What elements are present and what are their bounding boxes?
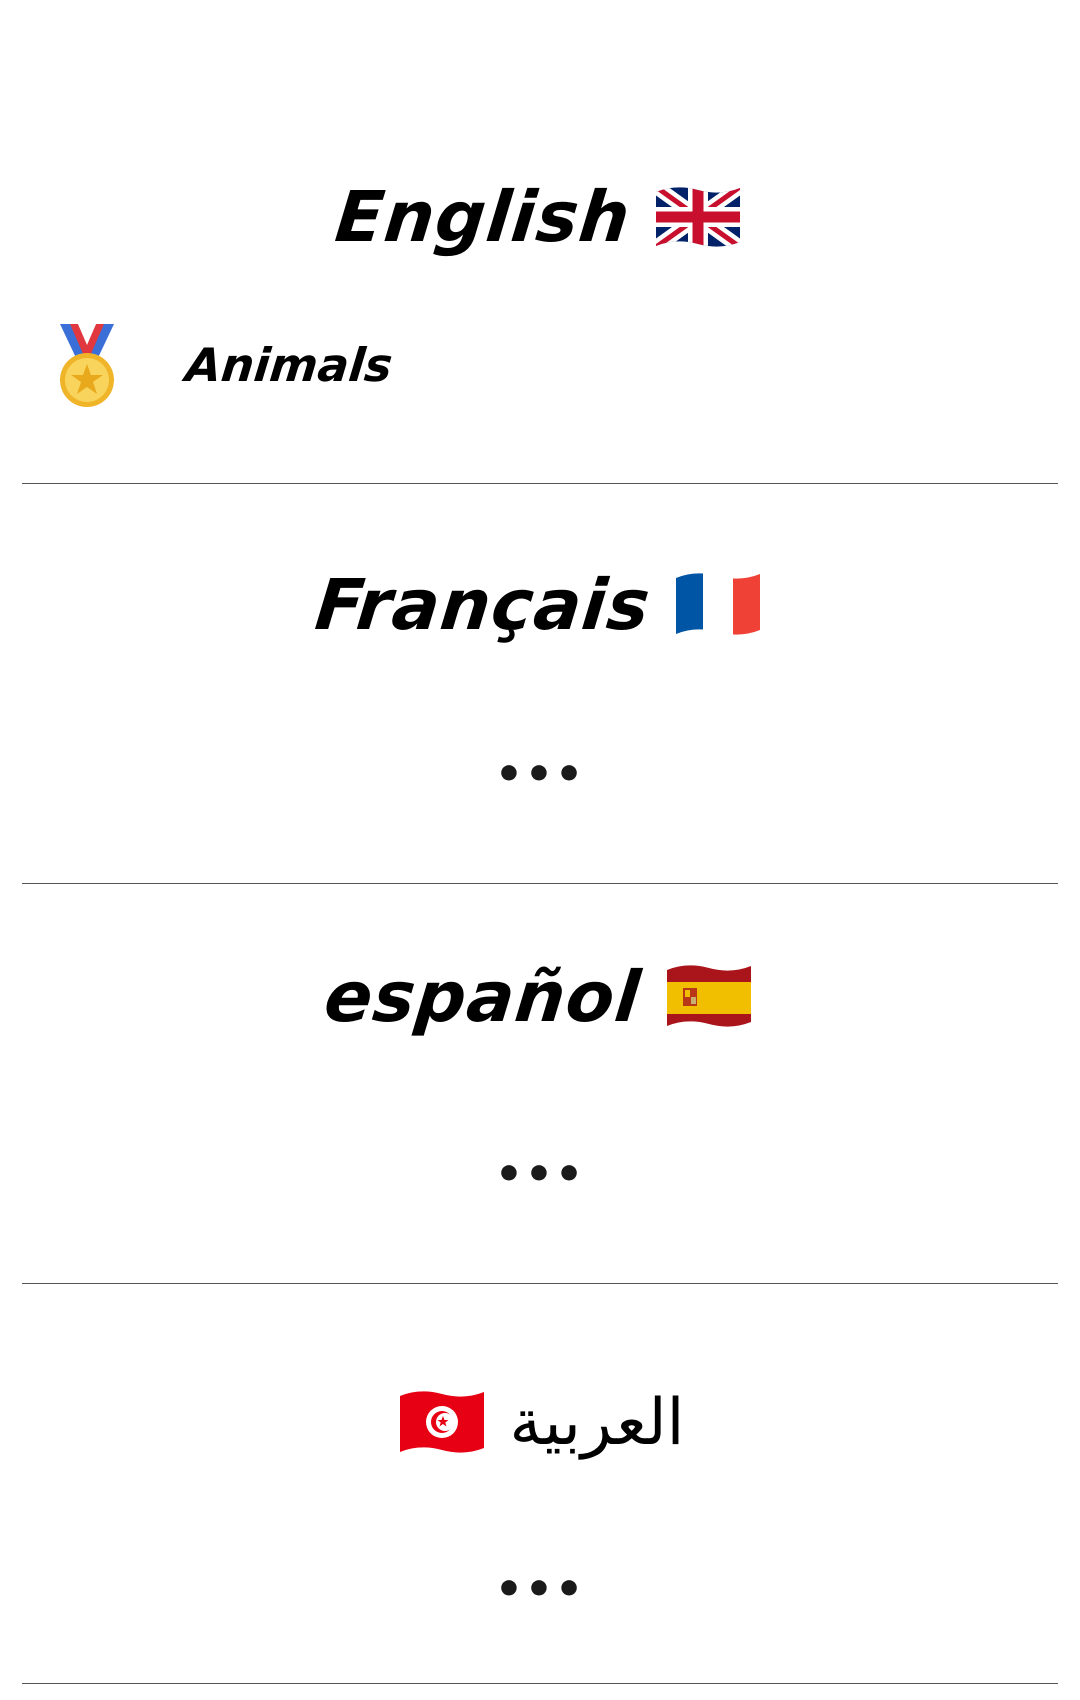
france-flag-icon (672, 570, 764, 640)
section-title: English (331, 176, 635, 258)
more-button[interactable]: ••• (0, 1153, 1080, 1197)
tunisia-flag-icon (396, 1388, 488, 1458)
section-divider (22, 483, 1058, 484)
more-button[interactable]: ••• (0, 1568, 1080, 1612)
category-item-animals[interactable]: Animals (0, 322, 1080, 422)
section-header-espanol[interactable]: español (0, 952, 1080, 1042)
section-francais: Français ••• (0, 485, 1080, 885)
section-title: Français (311, 564, 655, 646)
spain-flag-icon (663, 962, 755, 1032)
category-label: Animals (183, 338, 396, 392)
section-english: English Animals (0, 0, 1080, 485)
section-header-english[interactable]: English (0, 172, 1080, 262)
more-button[interactable]: ••• (0, 753, 1080, 797)
section-espanol: español ••• (0, 885, 1080, 1285)
section-header-arabic[interactable]: العربية (0, 1378, 1080, 1468)
section-title: العربية (509, 1386, 685, 1460)
section-arabic: العربية ••• (0, 1285, 1080, 1700)
section-header-francais[interactable]: Français (0, 560, 1080, 650)
uk-flag-icon (652, 184, 744, 250)
section-title: español (320, 956, 646, 1038)
section-divider (22, 1683, 1058, 1684)
section-divider (22, 883, 1058, 884)
medal-icon (56, 322, 118, 416)
section-divider (22, 1283, 1058, 1284)
